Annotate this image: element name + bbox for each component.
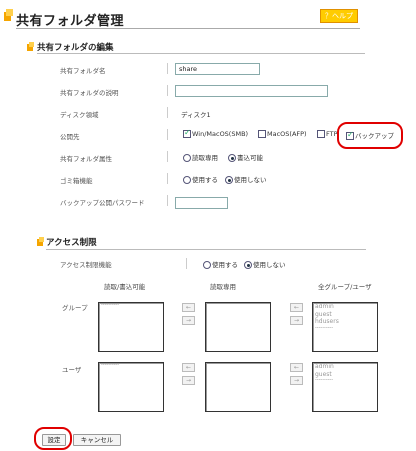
title-bullet-icon: [4, 9, 13, 21]
user-rw-listbox[interactable]: ----------: [98, 362, 164, 412]
access-section-title: アクセス制限: [46, 238, 97, 248]
publish-smb-option[interactable]: Win/MacOS(SMB): [183, 128, 248, 138]
title-bar: 共有フォルダ管理 ？ヘルプ: [0, 0, 416, 30]
publish-ftp-option[interactable]: FTP: [317, 130, 338, 138]
highlight-ring: [337, 122, 403, 149]
attr-readonly-option[interactable]: 読取専用: [183, 152, 218, 162]
title-divider: [16, 28, 360, 29]
row-separator: [167, 151, 168, 162]
access-section-divider: [46, 249, 366, 250]
disk-label: ディスク領域: [60, 111, 99, 119]
group-ro-listbox[interactable]: [205, 302, 271, 352]
list-item[interactable]: ----------: [99, 303, 163, 308]
highlight-ring: [34, 427, 72, 450]
access-use-option[interactable]: 使用する: [203, 259, 238, 269]
group-all-right-arrow-button[interactable]: →: [290, 316, 303, 325]
help-button[interactable]: ？ヘルプ: [320, 9, 358, 23]
edit-section-title: 共有フォルダの編集: [37, 43, 114, 53]
group-row-label: グループ: [62, 304, 88, 312]
col-header-all: 全グループ/ユーザ: [318, 283, 372, 291]
section-bullet-icon: [37, 237, 44, 246]
list-item[interactable]: admin: [313, 303, 377, 311]
user-left-arrow-button[interactable]: ←: [182, 363, 195, 372]
disk-value: ディスク1: [181, 111, 211, 119]
row-separator: [186, 258, 187, 269]
trash-nouse-radio[interactable]: [225, 176, 233, 184]
trash-use-option[interactable]: 使用する: [183, 174, 218, 184]
access-use-radio[interactable]: [203, 261, 211, 269]
section-bullet-icon: [27, 42, 34, 51]
publish-afp-option[interactable]: MacOS(AFP): [258, 130, 307, 138]
list-item[interactable]: ----------: [313, 325, 377, 330]
row-separator: [167, 107, 168, 118]
publish-label: 公開先: [60, 133, 80, 141]
folder-name-label: 共有フォルダ名: [60, 67, 106, 75]
list-item[interactable]: ----------: [99, 363, 163, 368]
folder-name-input[interactable]: share: [175, 63, 260, 75]
folder-description-label: 共有フォルダの説明: [60, 89, 119, 97]
user-all-left-arrow-button[interactable]: ←: [290, 363, 303, 372]
row-separator: [167, 173, 168, 184]
access-nouse-radio[interactable]: [244, 261, 252, 269]
list-item[interactable]: ----------: [313, 378, 377, 383]
afp-checkbox[interactable]: [258, 130, 266, 138]
list-item[interactable]: guest: [313, 311, 377, 319]
row-separator: [167, 195, 168, 206]
readonly-radio[interactable]: [183, 154, 191, 162]
row-separator: [167, 63, 168, 74]
user-ro-listbox[interactable]: [205, 362, 271, 412]
user-row-label: ユーザ: [62, 366, 82, 374]
trash-label: ゴミ箱機能: [60, 177, 93, 185]
group-all-left-arrow-button[interactable]: ←: [290, 303, 303, 312]
backup-password-input[interactable]: [175, 197, 228, 209]
smb-checkbox[interactable]: [183, 128, 191, 138]
edit-section-divider: [37, 53, 365, 54]
backup-password-label: バックアップ公開パスワード: [60, 199, 145, 207]
col-header-rw: 読取/書込可能: [104, 283, 146, 291]
ftp-checkbox[interactable]: [317, 130, 325, 138]
user-all-right-arrow-button[interactable]: →: [290, 376, 303, 385]
folder-description-input[interactable]: [175, 85, 328, 97]
page-title: 共有フォルダ管理: [16, 14, 125, 29]
group-all-listbox[interactable]: admin guest hdusers ----------: [312, 302, 378, 352]
group-left-arrow-button[interactable]: ←: [182, 303, 195, 312]
attribute-label: 共有フォルダ属性: [60, 155, 112, 163]
group-rw-listbox[interactable]: ----------: [98, 302, 164, 352]
row-separator: [167, 129, 168, 140]
access-feature-label: アクセス制限機能: [60, 261, 112, 269]
trash-use-radio[interactable]: [183, 176, 191, 184]
user-right-arrow-button[interactable]: →: [182, 376, 195, 385]
group-right-arrow-button[interactable]: →: [182, 316, 195, 325]
access-nouse-option[interactable]: 使用しない: [244, 259, 286, 269]
user-all-listbox[interactable]: admin guest ----------: [312, 362, 378, 412]
cancel-button[interactable]: キャンセル: [73, 434, 121, 446]
list-item[interactable]: admin: [313, 363, 377, 371]
attr-writable-option[interactable]: 書込可能: [228, 152, 263, 162]
row-separator: [167, 85, 168, 96]
trash-nouse-option[interactable]: 使用しない: [225, 174, 267, 184]
col-header-ro: 読取専用: [210, 283, 236, 291]
writable-radio[interactable]: [228, 154, 236, 162]
